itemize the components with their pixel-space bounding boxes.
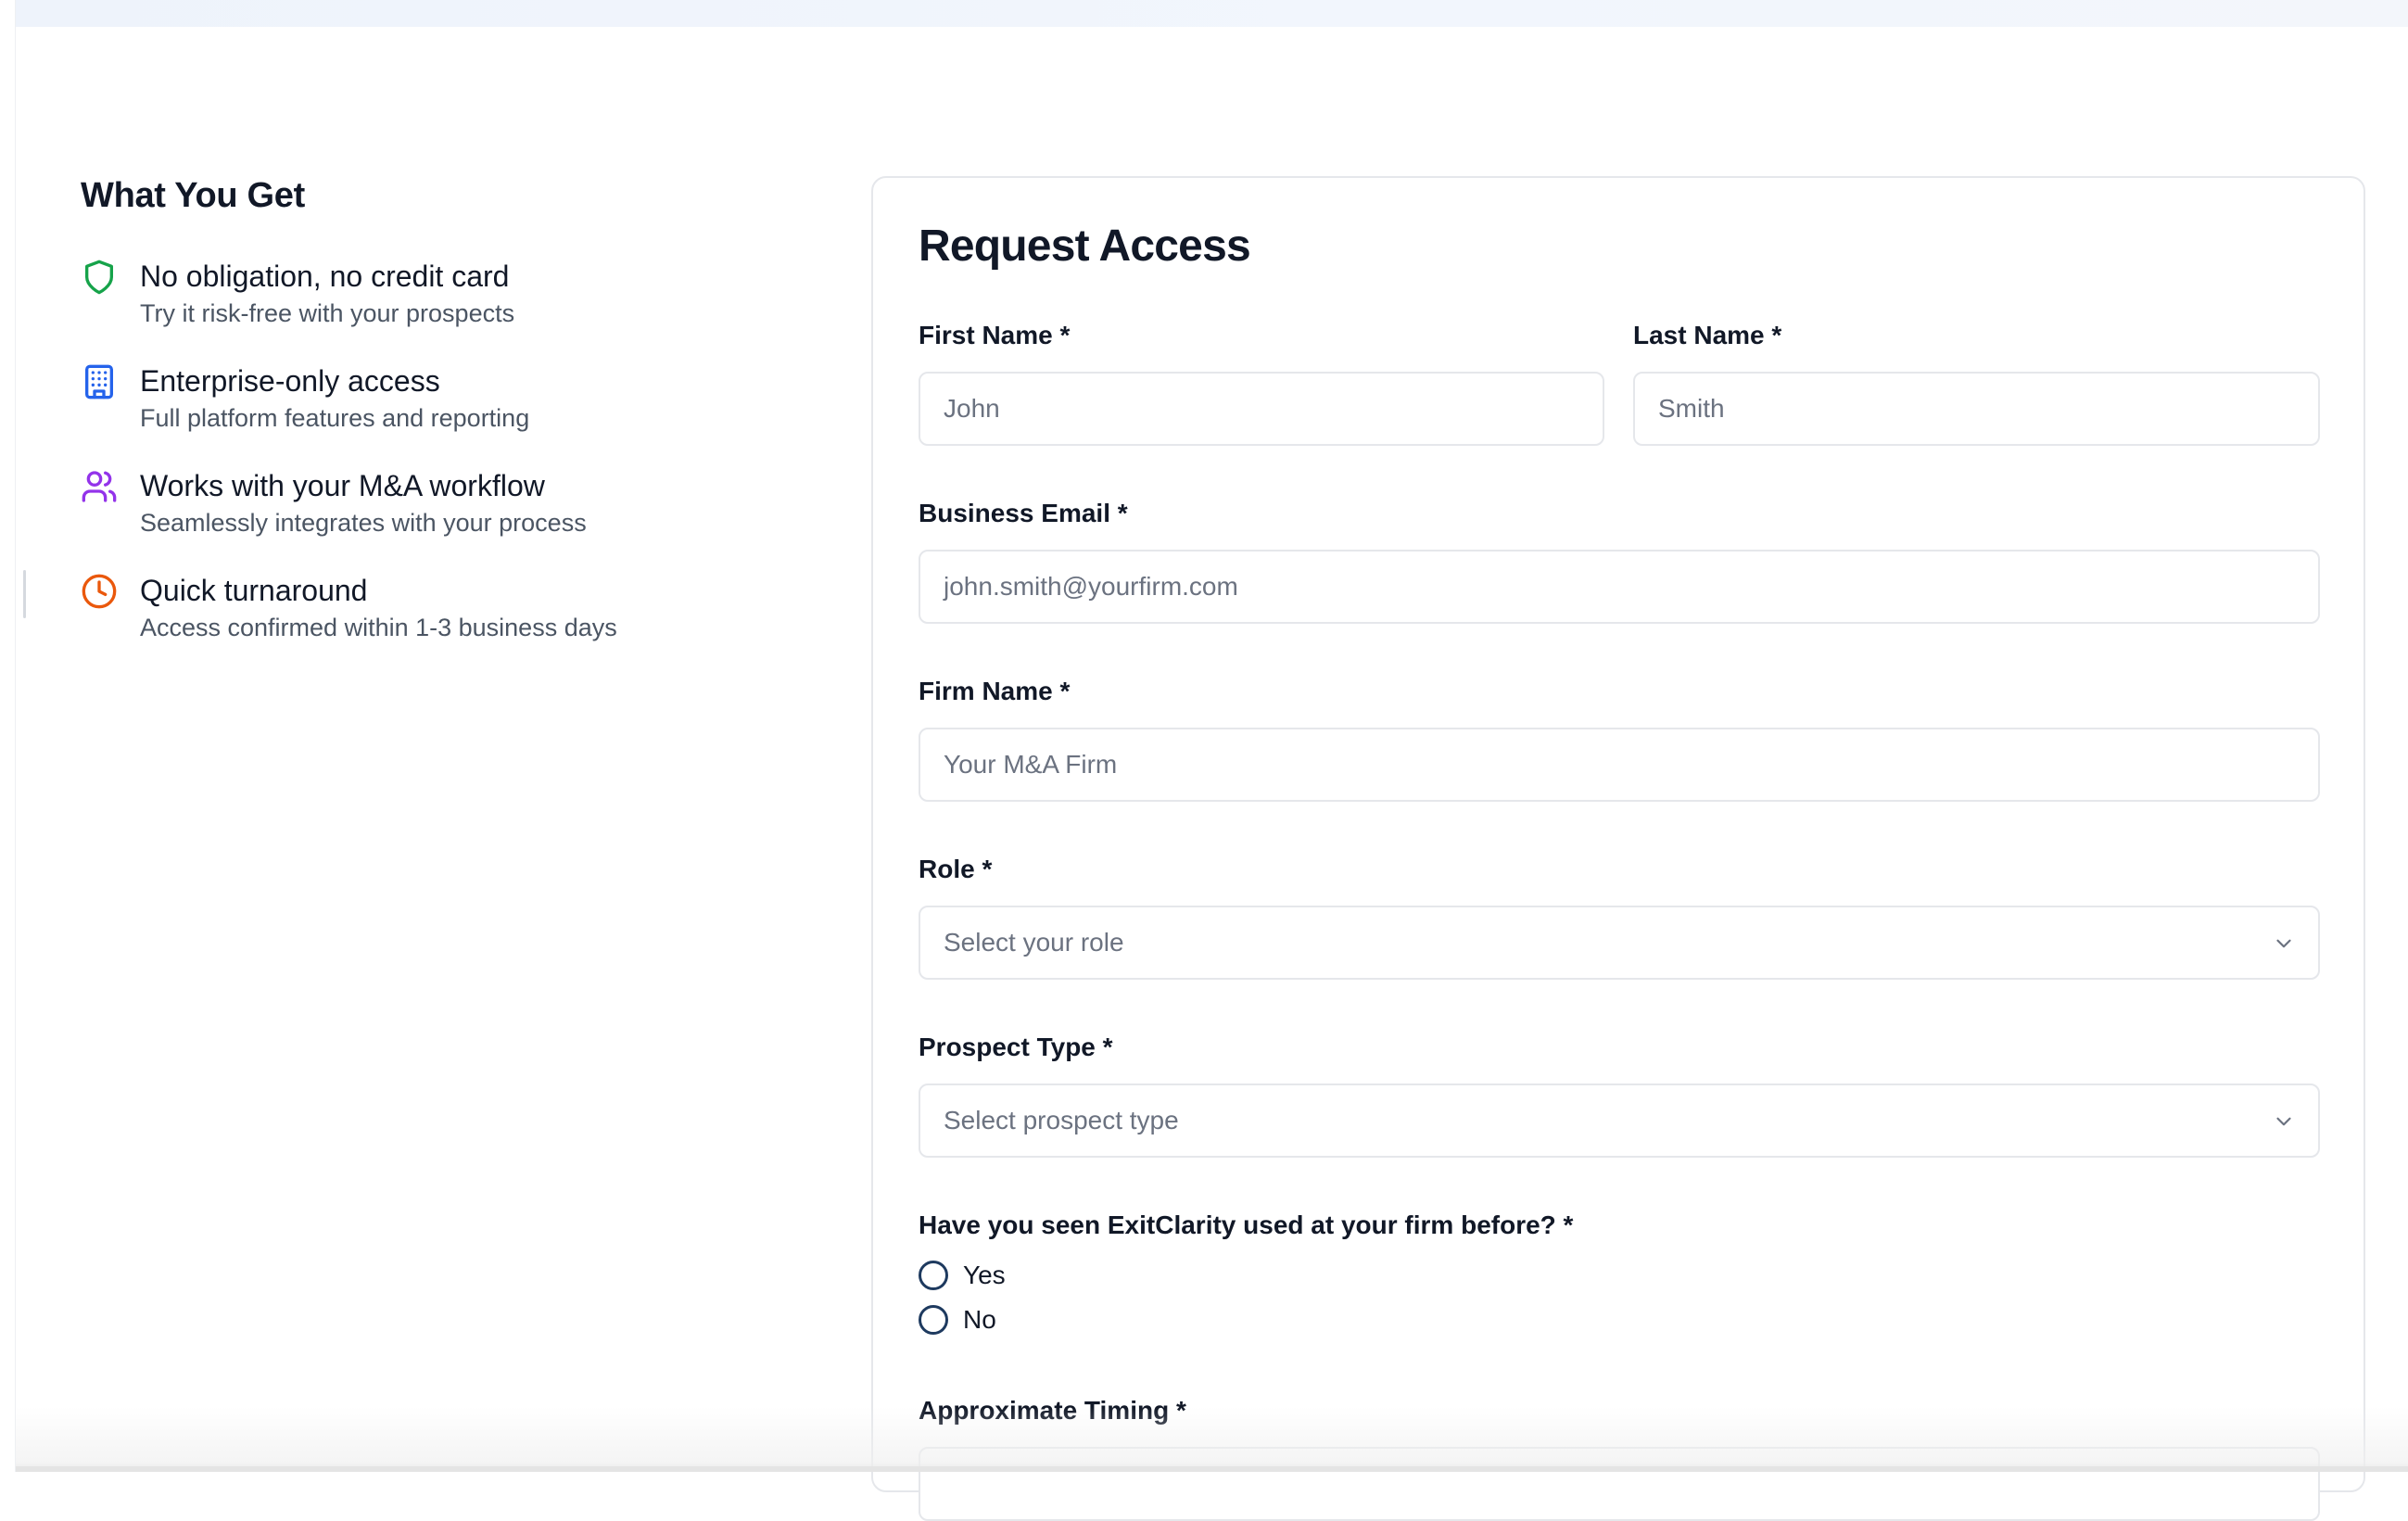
benefit-title: No obligation, no credit card (140, 260, 510, 293)
resize-handle[interactable] (23, 570, 26, 618)
shield-icon (81, 259, 118, 296)
clock-icon (81, 573, 118, 610)
form-title: Request Access (919, 222, 1251, 271)
last-name-label: Last Name * (1633, 321, 1782, 349)
bottom-edge (16, 1466, 2408, 1472)
radio-option-no[interactable]: No (919, 1305, 996, 1335)
radio-label: No (963, 1305, 996, 1334)
email-label: Business Email * (919, 499, 1128, 527)
role-select[interactable]: Select your role (919, 906, 2320, 980)
firm-name-placeholder: Your M&A Firm (944, 750, 1118, 779)
benefit-subtitle: Access confirmed within 1-3 business day… (140, 614, 617, 641)
firm-name-label: Firm Name * (919, 677, 1071, 705)
benefit-item: No obligation, no credit card Try it ris… (81, 257, 804, 331)
users-icon (81, 468, 118, 505)
firm-name-input[interactable]: Your M&A Firm (919, 728, 2320, 802)
first-name-label: First Name * (919, 321, 1071, 349)
chevron-down-icon (2272, 932, 2296, 956)
benefit-title: Works with your M&A workflow (140, 469, 545, 502)
role-label: Role * (919, 855, 993, 883)
last-name-placeholder: Smith (1658, 394, 1725, 423)
benefits-heading: What You Get (81, 176, 305, 215)
benefit-title: Enterprise-only access (140, 364, 440, 398)
radio-button[interactable] (919, 1305, 948, 1335)
timing-select[interactable] (919, 1447, 2320, 1521)
first-name-input[interactable]: John (919, 372, 1604, 446)
benefit-subtitle: Seamlessly integrates with your process (140, 509, 587, 537)
prospect-type-placeholder: Select prospect type (944, 1106, 1179, 1134)
first-name-placeholder: John (944, 394, 1000, 423)
page-frame: What You Get No obligation, no credit ca… (15, 0, 2408, 1521)
email-placeholder: john.smith@yourfirm.com (944, 572, 1238, 601)
request-access-card: Request Access First Name * John Last Na… (871, 176, 2365, 1521)
benefit-subtitle: Full platform features and reporting (140, 404, 530, 432)
benefits-panel: What You Get No obligation, no credit ca… (81, 176, 804, 676)
top-strip (16, 0, 2408, 27)
last-name-input[interactable]: Smith (1633, 372, 2320, 446)
benefit-item: Enterprise-only access Full platform fea… (81, 361, 804, 436)
radio-option-yes[interactable]: Yes (919, 1261, 1006, 1290)
radio-button[interactable] (919, 1261, 948, 1290)
prospect-type-label: Prospect Type * (919, 1033, 1113, 1061)
seen-before-label: Have you seen ExitClarity used at your f… (919, 1210, 1574, 1239)
benefit-title: Quick turnaround (140, 574, 368, 607)
benefit-item: Works with your M&A workflow Seamlessly … (81, 466, 804, 540)
timing-label: Approximate Timing * (919, 1396, 1186, 1425)
email-input[interactable]: john.smith@yourfirm.com (919, 550, 2320, 624)
building-icon (81, 363, 118, 400)
radio-label: Yes (963, 1261, 1006, 1289)
chevron-down-icon (2272, 1109, 2296, 1134)
prospect-type-select[interactable]: Select prospect type (919, 1084, 2320, 1158)
benefit-subtitle: Try it risk-free with your prospects (140, 299, 515, 327)
benefit-item: Quick turnaround Access confirmed within… (81, 571, 804, 645)
role-placeholder: Select your role (944, 928, 1124, 957)
